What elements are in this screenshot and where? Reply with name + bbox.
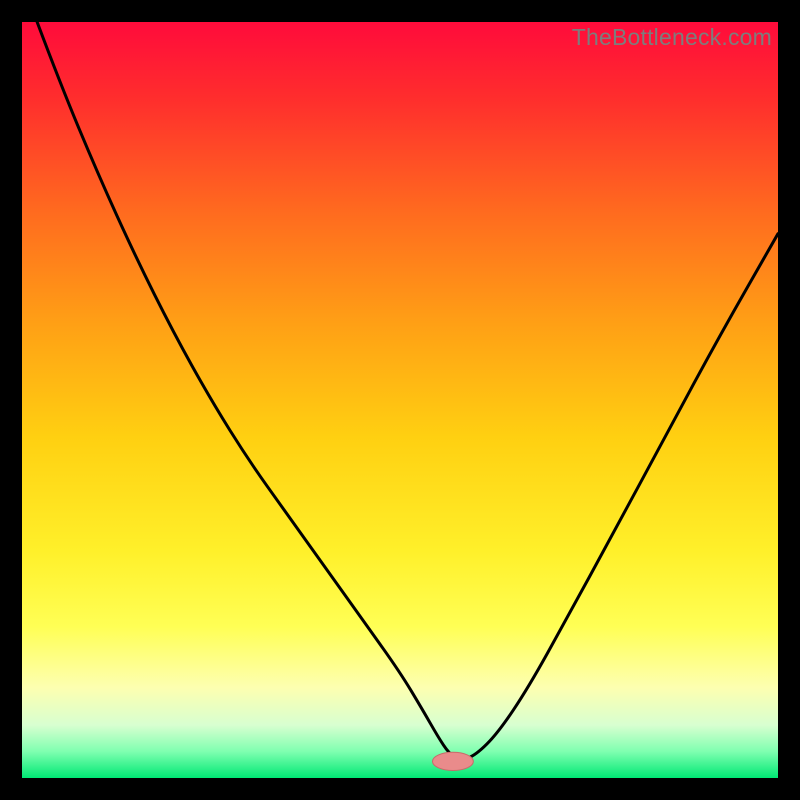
bottleneck-chart — [22, 22, 778, 778]
gradient-background — [22, 22, 778, 778]
chart-frame: TheBottleneck.com — [22, 22, 778, 778]
optimal-marker — [433, 752, 474, 770]
watermark-text: TheBottleneck.com — [572, 24, 772, 51]
